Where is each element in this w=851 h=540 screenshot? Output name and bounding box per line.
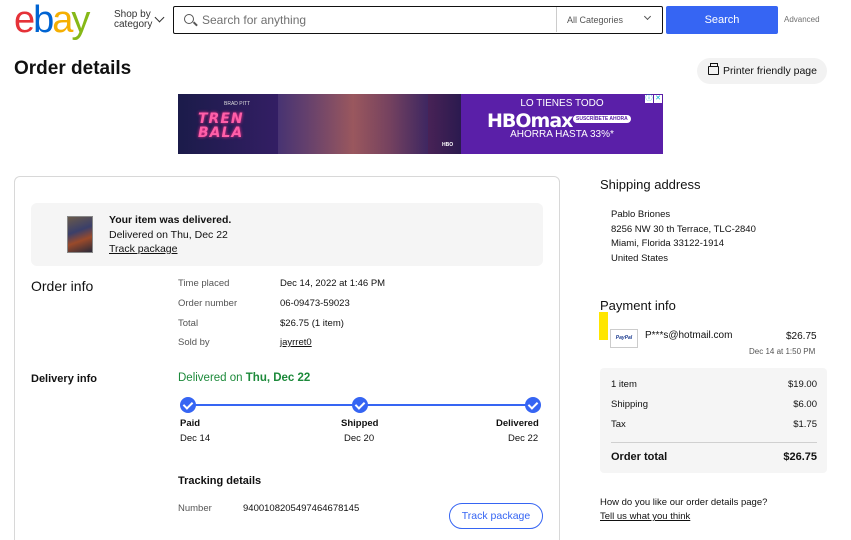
delivery-status-banner: Your item was delivered. Delivered on Th… (31, 203, 543, 266)
summary-divider (611, 442, 817, 443)
search-icon (184, 14, 194, 24)
search-bar: All Categories (173, 6, 663, 34)
step-delivered-check-icon (525, 397, 541, 413)
printer-icon (708, 63, 719, 75)
sold-by-label: Sold by (178, 337, 210, 348)
total-label: Total (178, 318, 199, 329)
payment-date: Dec 14 at 1:50 PM (749, 347, 816, 356)
ad-info-icon[interactable]: ⓘ (645, 95, 653, 103)
shipping-address-heading: Shipping address (600, 177, 701, 192)
step-shipped-check-icon (352, 397, 368, 413)
highlight-marker (599, 312, 608, 340)
order-summary: 1 item $19.00 Shipping $6.00 Tax $1.75 Orde… (600, 368, 827, 473)
search-input[interactable] (202, 11, 552, 29)
address-country: United States (611, 253, 669, 264)
feedback-question: How do you like our order details page? (600, 497, 768, 508)
summary-row-tax: Tax $1.75 (611, 419, 817, 430)
page-title: Order details (14, 58, 132, 79)
step-delivered-label: Delivered (496, 418, 539, 429)
delivered-date-text: Delivered on Thu, Dec 22 (178, 372, 311, 384)
ad-close-icon[interactable]: ✕ (654, 95, 662, 103)
tracking-details-heading: Tracking details (178, 475, 262, 487)
time-placed-label: Time placed (178, 278, 230, 289)
ad-hbomax-panel: LO TIENES TODO HBOmax SUSCRÍBETE AHORA A… (461, 94, 663, 154)
ad-movie-title: TREN BALA (198, 111, 244, 141)
step-paid-label: Paid (180, 418, 201, 429)
order-info-heading: Order info (31, 278, 94, 294)
address-street: 8256 NW 30 th Terrace, TLC-2840 (611, 224, 756, 235)
feedback-link[interactable]: Tell us what you think (600, 511, 690, 522)
address-name: Pablo Briones (611, 209, 671, 220)
printer-friendly-button[interactable]: Printer friendly page (697, 58, 827, 84)
category-select[interactable]: All Categories (556, 7, 662, 32)
summary-row-total: Order total $26.75 (611, 451, 817, 463)
step-shipped-date: Dec 20 (344, 433, 375, 444)
track-package-button[interactable]: Track package (449, 503, 543, 529)
shop-by-category-button[interactable]: Shop by category (114, 10, 166, 30)
order-number-label: Order number (178, 298, 238, 309)
chevron-down-icon (643, 12, 652, 21)
track-package-link[interactable]: Track package (109, 243, 177, 255)
ad-movie-panel: BRAD PITT TREN BALA HBO (178, 94, 461, 154)
search-button[interactable]: Search (666, 6, 778, 34)
summary-row-items: 1 item $19.00 (611, 379, 817, 390)
paypal-icon: PayPal (610, 329, 638, 348)
time-placed-value: Dec 14, 2022 at 1:46 PM (280, 278, 386, 289)
payment-info-heading: Payment info (600, 298, 676, 313)
total-value: $26.75 (1 item) (280, 318, 344, 329)
ebay-logo[interactable]: ebay (14, 1, 90, 39)
ad-banner[interactable]: BRAD PITT TREN BALA HBO LO TIENES TODO H… (178, 94, 663, 154)
summary-row-shipping: Shipping $6.00 (611, 399, 817, 410)
payment-amount: $26.75 (786, 331, 817, 342)
delivery-info-heading: Delivery info (31, 373, 98, 385)
tracking-number-label: Number (178, 503, 212, 514)
step-shipped-label: Shipped (341, 418, 379, 429)
advanced-search-link[interactable]: Advanced (784, 15, 820, 24)
seller-link[interactable]: jayrret0 (280, 337, 312, 348)
address-city: Miami, Florida 33122-1914 (611, 238, 725, 249)
tracking-number-value: 9400108205497464678145 (243, 503, 360, 514)
item-thumbnail[interactable] (67, 216, 93, 253)
payment-account: P***s@hotmail.com (645, 330, 733, 341)
step-paid-check-icon (180, 397, 196, 413)
ad-movie-image (278, 94, 428, 154)
step-delivered-date: Dec 22 (508, 433, 539, 444)
order-number-value: 06-09473-59023 (280, 298, 350, 309)
step-paid-date: Dec 14 (180, 433, 211, 444)
ad-subscribe-button[interactable]: SUSCRÍBETE AHORA (573, 115, 631, 123)
